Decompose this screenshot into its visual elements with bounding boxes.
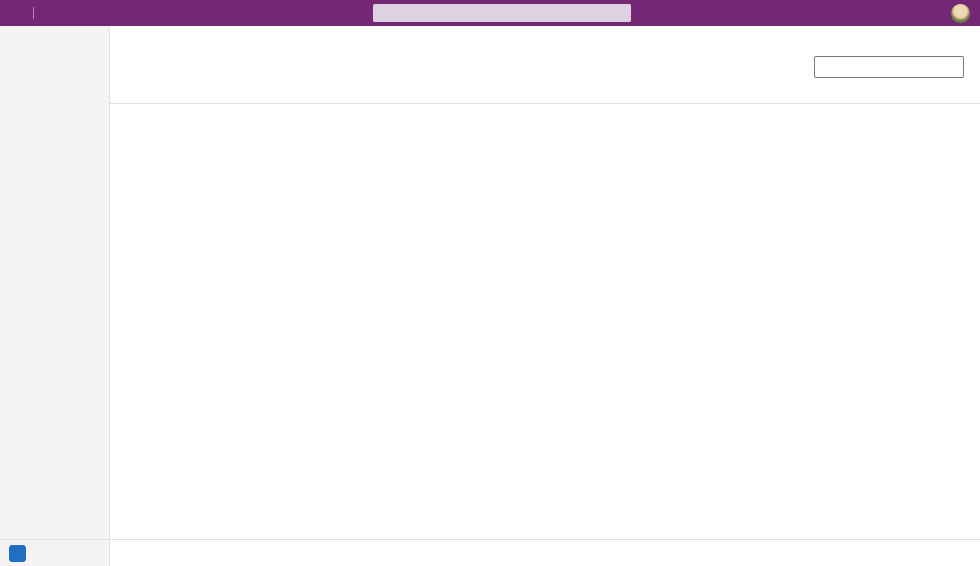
top-navigation-bar — [0, 0, 980, 26]
main-layout — [0, 26, 980, 566]
power-apps-window — [0, 0, 980, 566]
grid-empty-space — [110, 104, 980, 539]
command-bar — [110, 26, 980, 52]
view-header — [110, 52, 980, 81]
global-search-input[interactable] — [373, 4, 631, 22]
collapse-sidebar-button[interactable] — [0, 26, 109, 36]
grid-status-bar — [110, 539, 980, 566]
top-bar-actions — [861, 4, 980, 23]
main-content — [110, 26, 980, 566]
area-badge — [9, 545, 26, 562]
site-map-sidebar — [0, 26, 110, 566]
area-switcher[interactable] — [0, 539, 109, 566]
user-avatar[interactable] — [951, 4, 970, 23]
divider — [33, 7, 34, 19]
grid-header-row — [110, 81, 980, 104]
filter-by-keyword-input[interactable] — [814, 56, 964, 78]
view-actions — [768, 56, 964, 78]
